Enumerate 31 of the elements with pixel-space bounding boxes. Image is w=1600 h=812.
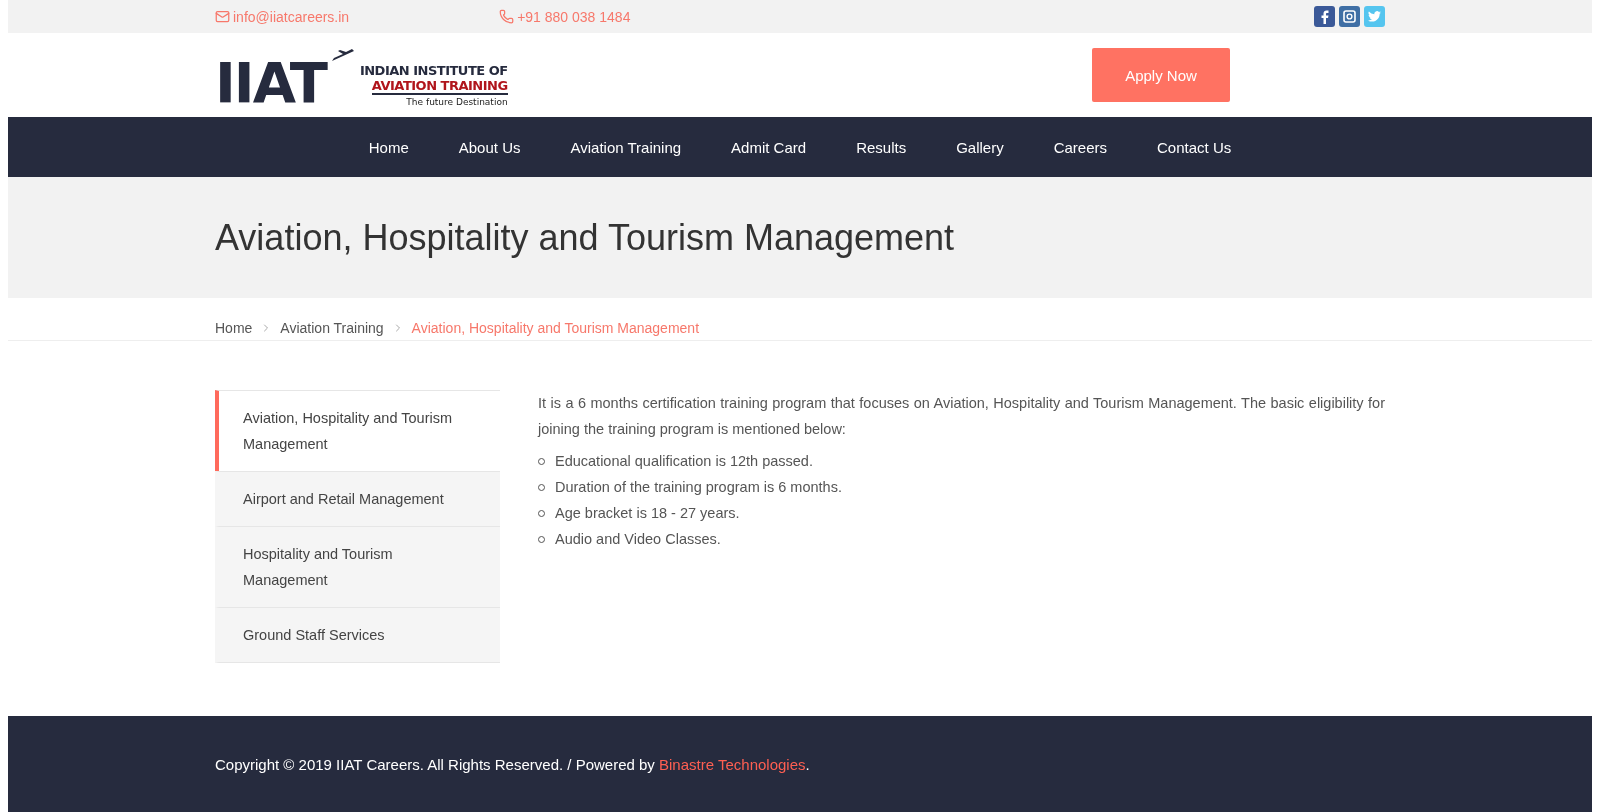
logo-tagline: The future Destination [406,97,508,107]
nav-link[interactable]: Gallery [931,138,1029,156]
breadcrumb-link[interactable]: Aviation Training [280,320,384,336]
intro-paragraph: It is a 6 months certification training program that focuses on Aviation, Hospitality and Tourism Management. The basic eligibility for joining the training program is mentioned below: [538,394,1385,439]
company-link[interactable]: Binastre Technologies [659,755,806,773]
copyright-text: Copyright © 2019 IIAT Careers. All Rights Reserved. / Powered by Binastre Technologies. [215,755,810,773]
sidebar-item[interactable]: Hospitality and Tourism Management [215,526,500,607]
logo-text: AVIATION TRAINING [371,78,508,95]
nav-link[interactable]: Aviation Training [545,138,707,156]
bullet-text: Audio and Video Classes. [555,530,721,549]
logo-text: INDIAN INSTITUTE OF [359,63,508,78]
airplane-icon [331,49,354,63]
page-title: Aviation, Hospitality and Tourism Management [215,216,955,259]
nav-link[interactable]: Home [343,138,434,156]
mail-icon [215,9,230,24]
nav-link[interactable]: Admit Card [706,138,832,156]
bullet-text: Educational qualification is 12th passed. [555,452,813,471]
sidebar-item[interactable]: Aviation, Hospitality and Tourism Management [215,390,500,471]
nav-link[interactable]: Careers [1028,138,1133,156]
sidebar-item[interactable]: Airport and Retail Management [215,471,500,526]
logo-mark: IIAT [215,59,326,107]
phone-icon [499,9,515,24]
nav-link[interactable]: Results [831,138,932,156]
facebook-icon[interactable] [1314,6,1335,27]
breadcrumb-link[interactable]: Home [215,320,253,336]
sidebar-item[interactable]: Ground Staff Services [215,607,500,663]
nav-link[interactable]: Contact Us [1132,138,1257,156]
bullet-text: Age bracket is 18 - 27 years. [555,504,740,523]
camera-icon[interactable] [1339,6,1360,27]
nav-link[interactable]: About Us [433,138,546,156]
bullet-text: Duration of the training program is 6 months. [555,478,842,497]
